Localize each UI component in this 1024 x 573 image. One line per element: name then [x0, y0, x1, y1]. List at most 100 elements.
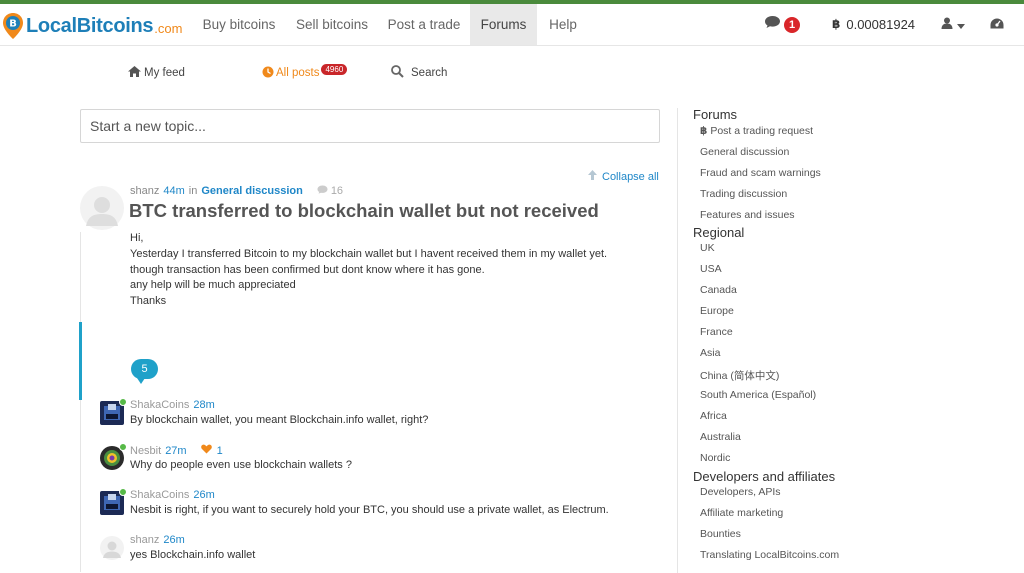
nav-buy-bitcoins[interactable]: Buy bitcoins	[192, 4, 286, 45]
search-icon	[391, 65, 404, 81]
caret-down-icon	[957, 4, 965, 45]
user-menu-button[interactable]	[941, 4, 965, 45]
nav-help[interactable]: Help	[537, 4, 589, 45]
comment-author[interactable]: ShakaCoins	[130, 489, 189, 501]
post-time[interactable]: 44m	[163, 185, 184, 197]
sidebar-heading-regional: Regional	[693, 225, 745, 240]
comment-author[interactable]: ShakaCoins	[130, 399, 189, 411]
home-icon	[128, 66, 141, 80]
bitcoin-icon: ฿	[832, 17, 841, 31]
user-icon	[941, 4, 953, 45]
post-in-text: in	[188, 185, 198, 197]
sidebar-link-region[interactable]: Canada	[700, 284, 737, 296]
likes-count: 1	[216, 444, 223, 457]
post-comment-count[interactable]: 16	[317, 185, 343, 197]
sidebar-link-developers-apis[interactable]: Developers, APIs	[700, 486, 781, 498]
navbar: B LocalBitcoins .com Buy bitcoins Sell b…	[0, 4, 1024, 46]
messages-button[interactable]: 1	[764, 4, 800, 45]
collapse-all-link[interactable]: Collapse all	[588, 170, 659, 183]
comment-likes[interactable]: 1	[200, 444, 223, 457]
logo-text: LocalBitcoins	[26, 14, 154, 37]
my-feed-label: My feed	[144, 67, 185, 79]
dashboard-button[interactable]	[990, 4, 1004, 45]
online-status-dot	[119, 443, 127, 451]
new-topic-input[interactable]	[80, 109, 660, 143]
sidebar-link-region[interactable]: France	[700, 326, 733, 338]
post-body: Hi, Yesterday I transferred Bitcoin to m…	[130, 231, 607, 310]
search-link[interactable]: Search	[391, 64, 447, 82]
heart-icon	[200, 444, 212, 457]
my-feed-link[interactable]: My feed	[128, 64, 185, 82]
search-label: Search	[411, 67, 448, 79]
all-posts-label: All posts	[276, 67, 320, 79]
sidebar-link-bounties[interactable]: Bounties	[700, 528, 741, 540]
comment-item: shanz 26m yes Blockchain.info wallet	[100, 534, 660, 573]
comment-meta: ShakaCoins 28m	[130, 399, 215, 411]
comment-avatar[interactable]	[100, 536, 124, 560]
online-status-dot	[119, 398, 127, 406]
logo[interactable]: B LocalBitcoins .com	[2, 11, 182, 41]
comment-time[interactable]: 26m	[163, 534, 184, 546]
clock-icon	[262, 66, 274, 81]
comment-time[interactable]: 28m	[193, 399, 214, 411]
logo-pin-icon: B	[2, 12, 24, 40]
comment-item: ShakaCoins 26m Nesbit is right, if you w…	[100, 488, 660, 529]
all-posts-count-badge: 4960	[321, 63, 348, 75]
thread-active-marker	[79, 322, 82, 400]
sidebar-link-region[interactable]: Asia	[700, 347, 720, 359]
comment-text: By blockchain wallet, you meant Blockcha…	[130, 414, 429, 426]
comment-text: Nesbit is right, if you want to securely…	[130, 504, 609, 516]
post-author[interactable]: shanz	[130, 185, 159, 197]
comment-author[interactable]: Nesbit	[130, 445, 161, 457]
all-posts-link[interactable]: All posts 4960	[262, 63, 348, 82]
comment-icon	[317, 185, 328, 197]
nav-post-a-trade[interactable]: Post a trade	[378, 4, 470, 45]
bitcoin-icon: ฿	[700, 125, 708, 137]
sidebar-link-region[interactable]: South America (Español)	[700, 389, 816, 401]
sidebar-link-trading-discussion[interactable]: Trading discussion	[700, 188, 787, 200]
collapse-all-label: Collapse all	[602, 170, 659, 183]
sidebar-link-post-trading-request[interactable]: ฿ Post a trading request	[700, 125, 813, 137]
svg-text:B: B	[9, 19, 17, 30]
comment-item: ShakaCoins 28m By blockchain wallet, you…	[100, 398, 660, 439]
nav-forums[interactable]: Forums	[470, 4, 537, 45]
sidebar-link-features-issues[interactable]: Features and issues	[700, 209, 795, 221]
comment-item: Nesbit 27m 1 Why do people even use bloc…	[100, 443, 660, 484]
sidebar-link-translating[interactable]: Translating LocalBitcoins.com	[700, 549, 839, 561]
comment-time[interactable]: 27m	[165, 445, 186, 457]
post-meta: shanz 44m in General discussion 16	[130, 185, 343, 197]
sidebar-link-region[interactable]: Nordic	[700, 452, 730, 464]
messages-count-badge: 1	[784, 16, 800, 33]
post-title[interactable]: BTC transferred to blockchain wallet but…	[129, 200, 599, 222]
comment-count-value: 16	[330, 185, 344, 197]
comment-text: yes Blockchain.info wallet	[130, 549, 256, 561]
comment-time[interactable]: 26m	[193, 489, 214, 501]
sidebar-link-region[interactable]: Europe	[700, 305, 734, 317]
comment-meta: ShakaCoins 26m	[130, 489, 215, 501]
comment-author[interactable]: shanz	[130, 534, 159, 546]
sidebar-link-region[interactable]: USA	[700, 263, 722, 275]
sidebar-link-region[interactable]: UK	[700, 242, 715, 254]
sidebar-link-region[interactable]: Australia	[700, 431, 741, 443]
sidebar-link-affiliate-marketing[interactable]: Affiliate marketing	[700, 507, 783, 519]
post-body-line: Yesterday I transferred Bitcoin to my bl…	[130, 247, 608, 260]
online-status-dot	[119, 488, 127, 496]
sidebar-link-region[interactable]: China (简体中文)	[700, 368, 779, 383]
sidebar-heading-forums: Forums	[693, 107, 738, 122]
sidebar-link-region[interactable]: Africa	[700, 410, 727, 422]
post-author-avatar[interactable]	[80, 186, 124, 230]
sidebar-link-fraud-warnings[interactable]: Fraud and scam warnings	[700, 167, 821, 179]
logo-suffix: .com	[154, 20, 183, 36]
post-category-link[interactable]: General discussion	[201, 185, 302, 197]
post-body-line: any help will be much appreciated	[130, 279, 296, 292]
nav-sell-bitcoins[interactable]: Sell bitcoins	[286, 4, 378, 45]
thread-line	[80, 232, 81, 572]
sidebar-divider	[677, 108, 678, 573]
post-body-line: Thanks	[130, 295, 167, 308]
post-body-line: Hi,	[130, 232, 144, 244]
sidebar-heading-developers: Developers and affiliates	[693, 469, 836, 484]
reply-count-bubble[interactable]: 5	[131, 359, 158, 384]
wallet-balance[interactable]: ฿ 0.00081924	[832, 4, 915, 45]
dashboard-gauge-icon	[990, 4, 1004, 45]
sidebar-link-general-discussion[interactable]: General discussion	[700, 146, 789, 158]
